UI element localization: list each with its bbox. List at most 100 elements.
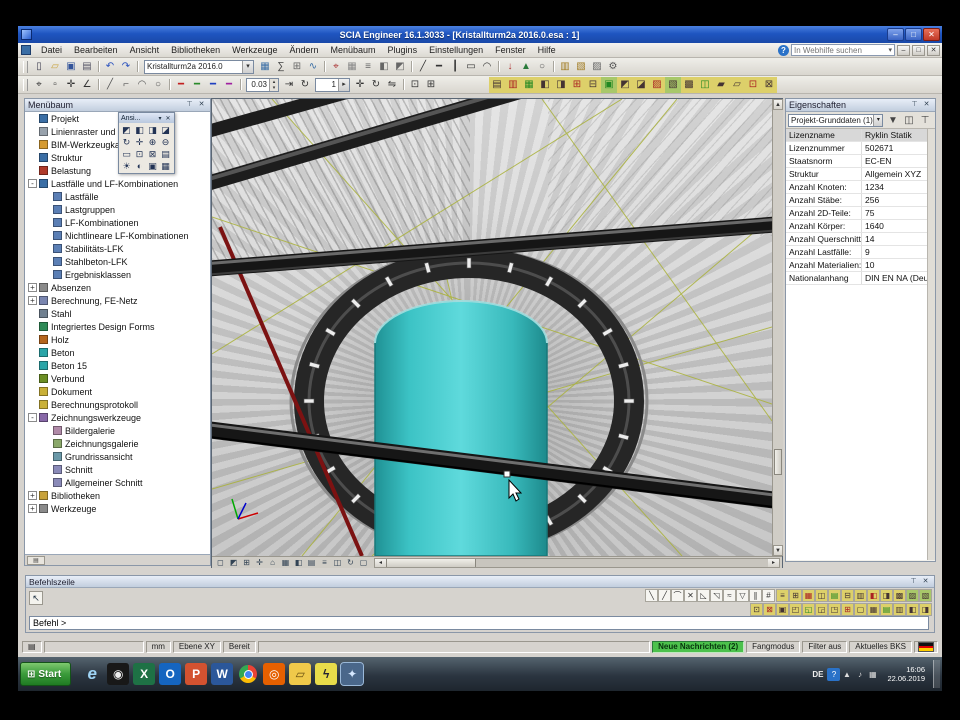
webhelp-search[interactable]: ▾: [791, 44, 895, 56]
result-display-icon[interactable]: ◪: [633, 77, 649, 93]
tree-expander-icon[interactable]: -: [28, 179, 37, 188]
vp-grid-icon[interactable]: ⊞: [240, 557, 253, 568]
menu-item[interactable]: Fenster: [489, 44, 532, 57]
view-palette[interactable]: Ansi... ▾ ✕ ◩◧◨◪↻✛⊕⊖▭⊡⊠▤☀◐▣▦: [118, 112, 175, 174]
command-input[interactable]: [29, 616, 929, 630]
snap-grid-icon[interactable]: #: [762, 589, 775, 602]
tree-expander-icon[interactable]: -: [28, 413, 37, 422]
menu-item[interactable]: Einstellungen: [423, 44, 489, 57]
tree-item[interactable]: - Lastfälle und LF-Kombinationen: [25, 177, 210, 190]
close-button[interactable]: ✕: [923, 28, 940, 41]
language-indicator[interactable]: DE: [812, 670, 823, 679]
command-header[interactable]: Befehlszeile ⊤ ✕: [26, 576, 934, 588]
close-icon[interactable]: ✕: [164, 115, 172, 122]
circle-tool-icon[interactable]: ○: [150, 77, 166, 93]
plate-2d-icon[interactable]: ▭: [463, 59, 479, 75]
vp-refresh-icon[interactable]: ↻: [344, 557, 357, 568]
chevron-down-icon[interactable]: ▾: [242, 61, 253, 73]
result-display-icon[interactable]: ▧: [665, 77, 681, 93]
status-messages[interactable]: Neue Nachrichten (2): [652, 641, 744, 653]
selection-rect-icon[interactable]: ▫: [47, 77, 63, 93]
cmd-tool-icon[interactable]: ◧: [867, 589, 880, 602]
vp-list-icon[interactable]: ≡: [318, 557, 331, 568]
tree-expander-icon[interactable]: [28, 114, 37, 123]
clipping-box-icon[interactable]: ▣: [146, 160, 159, 172]
mirror-icon[interactable]: ⇋: [384, 77, 400, 93]
pointer-mode-icon[interactable]: ↖: [29, 591, 43, 605]
tree-item[interactable]: Bildergalerie: [25, 424, 210, 437]
rotate-view-icon[interactable]: ↻: [120, 136, 133, 148]
result-display-icon[interactable]: ⊠: [761, 77, 777, 93]
properties-object-dropdown[interactable]: Projekt-Grunddaten (1) ▾: [788, 114, 883, 127]
cmd-tool-icon[interactable]: ◳: [828, 603, 841, 616]
cmd-tool-icon[interactable]: ◨: [919, 603, 932, 616]
property-row[interactable]: Anzahl Stäbe: 256: [786, 194, 927, 207]
tree-item[interactable]: Stahlbeton-LFK: [25, 255, 210, 268]
zoom-all-icon[interactable]: ⊡: [133, 148, 146, 160]
member-color-green-icon[interactable]: ━: [189, 77, 205, 93]
hscroll-track[interactable]: [476, 559, 768, 567]
tree-item[interactable]: Schnitt: [25, 463, 210, 476]
point-load-icon[interactable]: ↓: [502, 59, 518, 75]
tree-item[interactable]: LF-Kombinationen: [25, 216, 210, 229]
separator[interactable]: [408, 59, 415, 75]
cmd-tool-icon[interactable]: ⊞: [841, 603, 854, 616]
cmd-tool-icon[interactable]: ◰: [789, 603, 802, 616]
snap-icon[interactable]: ✛: [63, 77, 79, 93]
result-display-icon[interactable]: ◩: [617, 77, 633, 93]
menu-item[interactable]: Ansicht: [124, 44, 166, 57]
cmd-tool-icon[interactable]: ◲: [815, 603, 828, 616]
tree-expander-icon[interactable]: +: [28, 283, 37, 292]
cmd-tool-icon[interactable]: ◫: [815, 589, 828, 602]
tree-item[interactable]: Lastgruppen: [25, 203, 210, 216]
column-icon[interactable]: ┃: [447, 59, 463, 75]
folder-icon[interactable]: ▱: [289, 663, 311, 685]
pan-view-icon[interactable]: ✛: [133, 136, 146, 148]
vscroll-track[interactable]: [773, 110, 783, 545]
snap-perpendicular-icon[interactable]: ◺: [697, 589, 710, 602]
menu-item[interactable]: Bearbeiten: [68, 44, 124, 57]
vp-half-icon[interactable]: ◧: [292, 557, 305, 568]
scia-icon[interactable]: ✦: [341, 663, 363, 685]
tree-expander-icon[interactable]: [28, 127, 37, 136]
scroll-down-icon[interactable]: ▼: [773, 545, 783, 556]
snap-tangent-icon[interactable]: ◹: [710, 589, 723, 602]
result-display-icon[interactable]: ◫: [697, 77, 713, 93]
media-player-icon[interactable]: ◉: [107, 663, 129, 685]
view-top-icon[interactable]: ◩: [120, 124, 133, 136]
tree-item[interactable]: + Absenzen: [25, 281, 210, 294]
project-selector[interactable]: Kristallturm2a 2016.0 ▾: [144, 60, 254, 74]
member-color-red-icon[interactable]: ━: [173, 77, 189, 93]
arrow-right-icon[interactable]: ▸: [338, 79, 349, 91]
mdi-close-button[interactable]: ✕: [927, 45, 940, 56]
menu-item[interactable]: Bibliotheken: [165, 44, 226, 57]
tree-expander-icon[interactable]: [28, 387, 37, 396]
wireframe-icon[interactable]: ◧: [376, 59, 392, 75]
grid-icon[interactable]: ▦: [344, 59, 360, 75]
vp-pan-icon[interactable]: ✛: [253, 557, 266, 568]
property-row[interactable]: Staatsnorm EC-EN: [786, 155, 927, 168]
status-ucs[interactable]: Aktuelles BKS: [849, 641, 912, 653]
result-display-icon[interactable]: ▥: [505, 77, 521, 93]
print-icon[interactable]: ▤: [79, 59, 95, 75]
zoom-window-icon[interactable]: ▭: [120, 148, 133, 160]
tree-expander-icon[interactable]: [28, 374, 37, 383]
taskbar-clock[interactable]: 16:06 22.06.2019: [883, 665, 929, 683]
chevron-down-icon[interactable]: ▾: [156, 115, 164, 122]
tree-expander-icon[interactable]: +: [28, 296, 37, 305]
tree-item[interactable]: Beton: [25, 346, 210, 359]
separator[interactable]: [166, 77, 173, 93]
vp-axo-icon[interactable]: ◩: [227, 557, 240, 568]
props-layout-icon[interactable]: ◫: [901, 112, 917, 128]
start-button[interactable]: ⊞ Start: [20, 662, 71, 686]
redo-icon[interactable]: ↷: [118, 59, 134, 75]
ucs-icon[interactable]: ⌖: [328, 59, 344, 75]
undo-icon[interactable]: ↶: [102, 59, 118, 75]
firefox-icon[interactable]: ◎: [263, 663, 285, 685]
tree-expander-icon[interactable]: +: [28, 504, 37, 513]
tree-expander-icon[interactable]: [42, 257, 51, 266]
tree-item[interactable]: Nichtlineare LF-Kombinationen: [25, 229, 210, 242]
result-display-icon[interactable]: ⊡: [745, 77, 761, 93]
outlook-icon[interactable]: O: [159, 663, 181, 685]
result-display-icon[interactable]: ▨: [649, 77, 665, 93]
